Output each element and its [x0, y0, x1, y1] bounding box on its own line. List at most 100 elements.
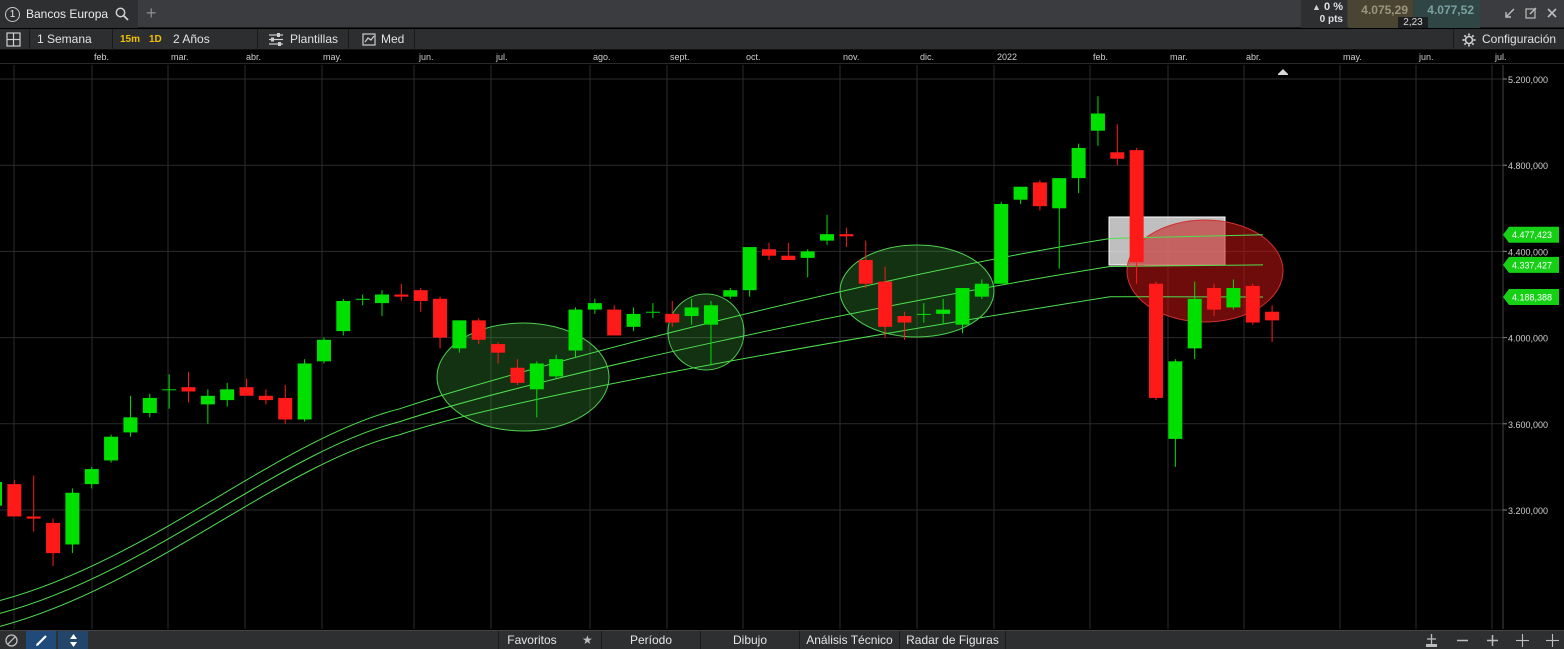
candle — [336, 298, 351, 336]
candle-body — [762, 249, 776, 256]
price-label-tag: 4.188,388 — [1503, 289, 1559, 306]
candle-body — [742, 247, 757, 291]
candle — [162, 374, 177, 409]
price-label-text: 4.477,423 — [1512, 230, 1552, 240]
candle-body — [607, 309, 622, 336]
candle-body — [858, 260, 873, 284]
bottom-bar: Favoritos ★ Período Dibujo Análisis Técn… — [0, 630, 1564, 649]
candle — [1032, 180, 1047, 211]
candle-body — [703, 305, 718, 325]
toolbar-divider — [348, 29, 349, 50]
month-label: nov. — [843, 52, 860, 62]
toolbar-divider — [1453, 29, 1454, 50]
minimize-icon[interactable] — [1503, 6, 1517, 20]
configuration-button[interactable]: Configuración — [1482, 29, 1556, 50]
candle-body — [26, 516, 41, 519]
price-chart[interactable]: 5.200,000 4.800,000 4.400,000 4.000,000 3.60… — [0, 0, 1564, 649]
timeframe-15m-button[interactable]: 15m — [120, 29, 140, 50]
sliders-icon[interactable] — [268, 33, 284, 46]
candle — [1168, 359, 1183, 467]
symbol-name[interactable]: Bancos Europa — [26, 7, 108, 21]
gear-icon[interactable] — [1462, 33, 1476, 47]
candle-body — [7, 484, 22, 517]
month-label: 2022 — [997, 52, 1018, 62]
candle-body — [316, 339, 331, 362]
candle-body — [278, 397, 293, 420]
favorites-label: Favoritos — [507, 633, 557, 647]
candle — [278, 385, 293, 424]
add-tab-button[interactable]: + — [146, 4, 162, 22]
sort-button[interactable] — [58, 631, 88, 649]
candle-body — [820, 234, 835, 241]
price-tick-label: 5.200,000 — [1508, 75, 1548, 85]
pencil-icon — [36, 635, 47, 646]
candle-body — [1013, 186, 1028, 200]
price-tick-label: 3.600,000 — [1508, 420, 1548, 430]
timeframe-1d-button[interactable]: 1D — [149, 29, 162, 50]
candle-body — [471, 320, 486, 340]
candle-body — [549, 359, 564, 377]
scroll-handle-icon[interactable] — [1278, 69, 1288, 75]
pencil-button[interactable] — [26, 631, 56, 649]
month-label: oct. — [746, 52, 761, 62]
month-label: jun. — [1419, 52, 1434, 62]
templates-button[interactable]: Plantillas — [290, 29, 338, 50]
candle — [568, 307, 583, 357]
buy-price: 4.077,52 — [1427, 3, 1474, 17]
month-label: abr. — [1246, 52, 1262, 62]
candle — [0, 481, 2, 506]
green-ellipse-annotation[interactable] — [839, 244, 995, 338]
month-label: jun. — [419, 52, 434, 62]
crosshair-icon[interactable] — [1515, 633, 1530, 648]
month-label: jul. — [496, 52, 508, 62]
candle — [142, 393, 157, 418]
crosshair-anchor-icon[interactable] — [1424, 633, 1439, 648]
candle — [858, 240, 873, 289]
zoom-in-icon[interactable] — [1485, 633, 1500, 648]
period-tab[interactable]: Período — [601, 631, 700, 649]
candle-body — [723, 290, 738, 297]
candle-body — [800, 251, 815, 258]
drawing-tab[interactable]: Dibujo — [700, 631, 799, 649]
sort-arrows-icon — [70, 634, 77, 647]
candle-body — [413, 290, 428, 301]
candle-body — [181, 387, 196, 392]
grid-layout-icon[interactable] — [6, 32, 21, 47]
popout-icon[interactable] — [1524, 6, 1538, 20]
month-label: may. — [323, 52, 342, 62]
candle-body — [626, 313, 641, 327]
candle — [762, 242, 776, 261]
candle-body — [452, 320, 467, 349]
range-select[interactable]: 2 Años — [173, 29, 210, 50]
candle — [375, 290, 389, 317]
period-select[interactable]: 1 Semana — [37, 29, 92, 50]
toolbar-divider — [414, 29, 415, 50]
candle — [1090, 96, 1105, 146]
candle — [104, 434, 119, 463]
candle-body — [1071, 147, 1086, 179]
symbol-tab[interactable]: 1 Bancos Europa — [0, 0, 138, 28]
candle — [26, 475, 41, 532]
no-drawing-icon[interactable] — [4, 633, 19, 648]
candle-body — [878, 281, 893, 327]
time-axis: feb. mar. abr. may. jun. jul. ago. sept. oct. nov… — [0, 51, 1564, 64]
star-icon: ★ — [581, 633, 593, 647]
moving-average-bands — [0, 234, 1264, 627]
pattern-radar-tab[interactable]: Radar de Figuras — [899, 631, 1006, 649]
candle — [433, 296, 448, 349]
scale-icon[interactable] — [362, 33, 376, 46]
candle-body — [258, 395, 273, 401]
zoom-out-icon[interactable] — [1455, 633, 1470, 648]
candle-body — [916, 313, 931, 315]
crosshair-plus-icon[interactable] — [1545, 633, 1560, 648]
technical-analysis-tab[interactable]: Análisis Técnico — [799, 631, 899, 649]
scale-select[interactable]: Med — [381, 29, 404, 50]
search-icon[interactable] — [115, 7, 129, 21]
candle-body — [162, 389, 177, 391]
candle-body — [665, 313, 680, 323]
candle — [839, 227, 854, 248]
lower-band-line — [0, 296, 1264, 627]
close-icon[interactable] — [1545, 6, 1559, 20]
candle — [1052, 178, 1067, 269]
favorites-tab[interactable]: Favoritos ★ — [498, 631, 601, 649]
